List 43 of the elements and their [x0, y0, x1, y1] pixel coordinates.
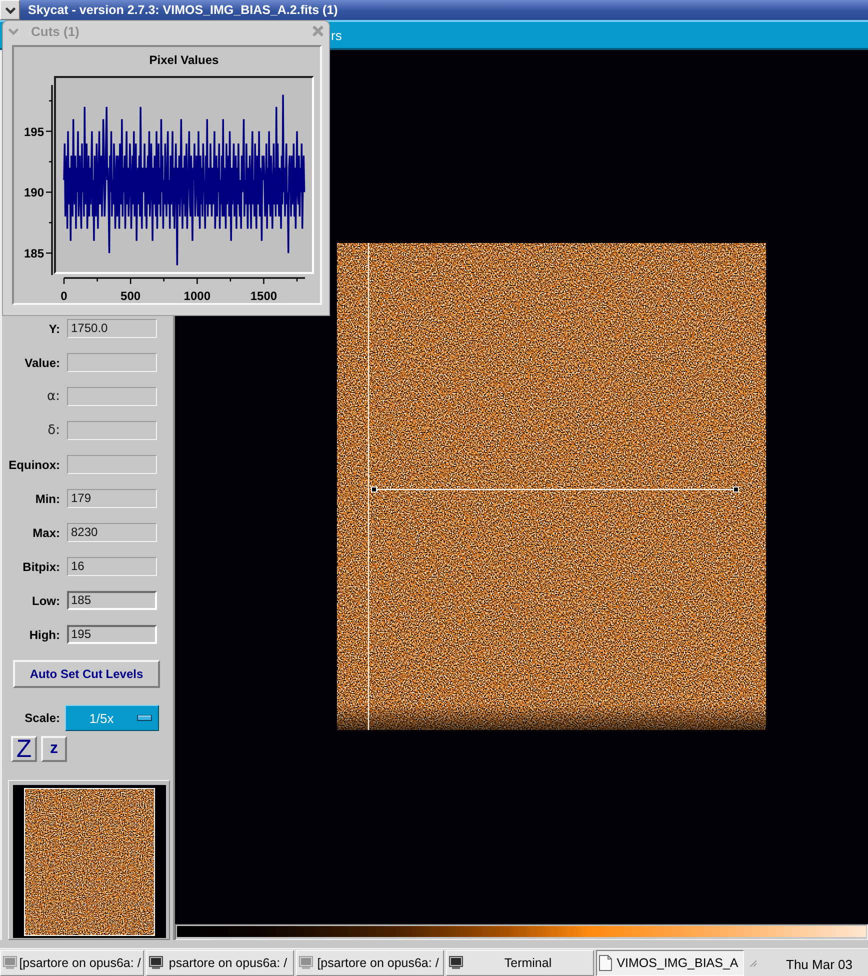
chevron-down-icon: [8, 28, 18, 34]
x-tick-label: 1500: [250, 289, 278, 303]
value-field: 179: [67, 489, 157, 508]
window-menu-button[interactable]: [0, 0, 20, 20]
value-field: 1750.0: [67, 319, 157, 338]
taskbar-button[interactable]: psartore on opus6a: /: [146, 950, 294, 976]
panel-handle-icon: [750, 958, 757, 967]
dropdown-indicator-icon: [137, 715, 152, 721]
field-label: Y:: [48, 322, 60, 336]
field-label: Max:: [32, 526, 60, 540]
field-label: High:: [29, 628, 60, 642]
value-field: 8230: [67, 523, 157, 542]
close-icon: [312, 25, 324, 37]
taskbar-button[interactable]: [psartore on opus6a: /: [0, 950, 144, 976]
value-field: 16: [67, 557, 157, 576]
field-label: Low:: [32, 594, 60, 608]
taskbar-button[interactable]: Terminal: [446, 950, 594, 976]
taskbar-button[interactable]: VIMOS_IMG_BIAS_A: [596, 950, 744, 976]
field-label: Value:: [24, 356, 60, 370]
clock: Thu Mar 03: [786, 957, 852, 972]
field-label: Min:: [35, 492, 60, 506]
scale-label: Scale:: [24, 711, 60, 725]
cuts-window-title: Cuts (1): [31, 24, 80, 38]
field-label: Bitpix:: [22, 560, 60, 574]
x-tick-label: 500: [120, 289, 141, 303]
cut-level-input[interactable]: 195: [67, 625, 157, 644]
field-label: Equinox:: [8, 458, 60, 472]
field-label: α:: [47, 389, 60, 404]
x-tick-label: 0: [60, 289, 68, 303]
auto-cut-button[interactable]: Auto Set Cut Levels: [13, 660, 160, 688]
window-title: Skycat - version 2.7.3: VIMOS_IMG_BIAS_A.2.fits (1): [28, 3, 338, 17]
y-tick-label: 195: [24, 124, 44, 139]
field-label: δ:: [48, 423, 60, 438]
cut-line[interactable]: [371, 486, 739, 492]
cut-level-input[interactable]: 185: [67, 591, 157, 610]
zoom-out-button[interactable]: z: [41, 736, 67, 762]
x-tick-label: 1000: [184, 289, 210, 303]
taskbar-button[interactable]: [psartore on opus6a: /: [296, 950, 444, 976]
zoom-in-button[interactable]: Z: [11, 736, 37, 762]
y-tick-label: 190: [24, 186, 44, 200]
chart-title: Pixel Values: [149, 53, 219, 67]
y-tick-label: 185: [24, 246, 44, 261]
chevron-down-icon: [4, 6, 16, 14]
